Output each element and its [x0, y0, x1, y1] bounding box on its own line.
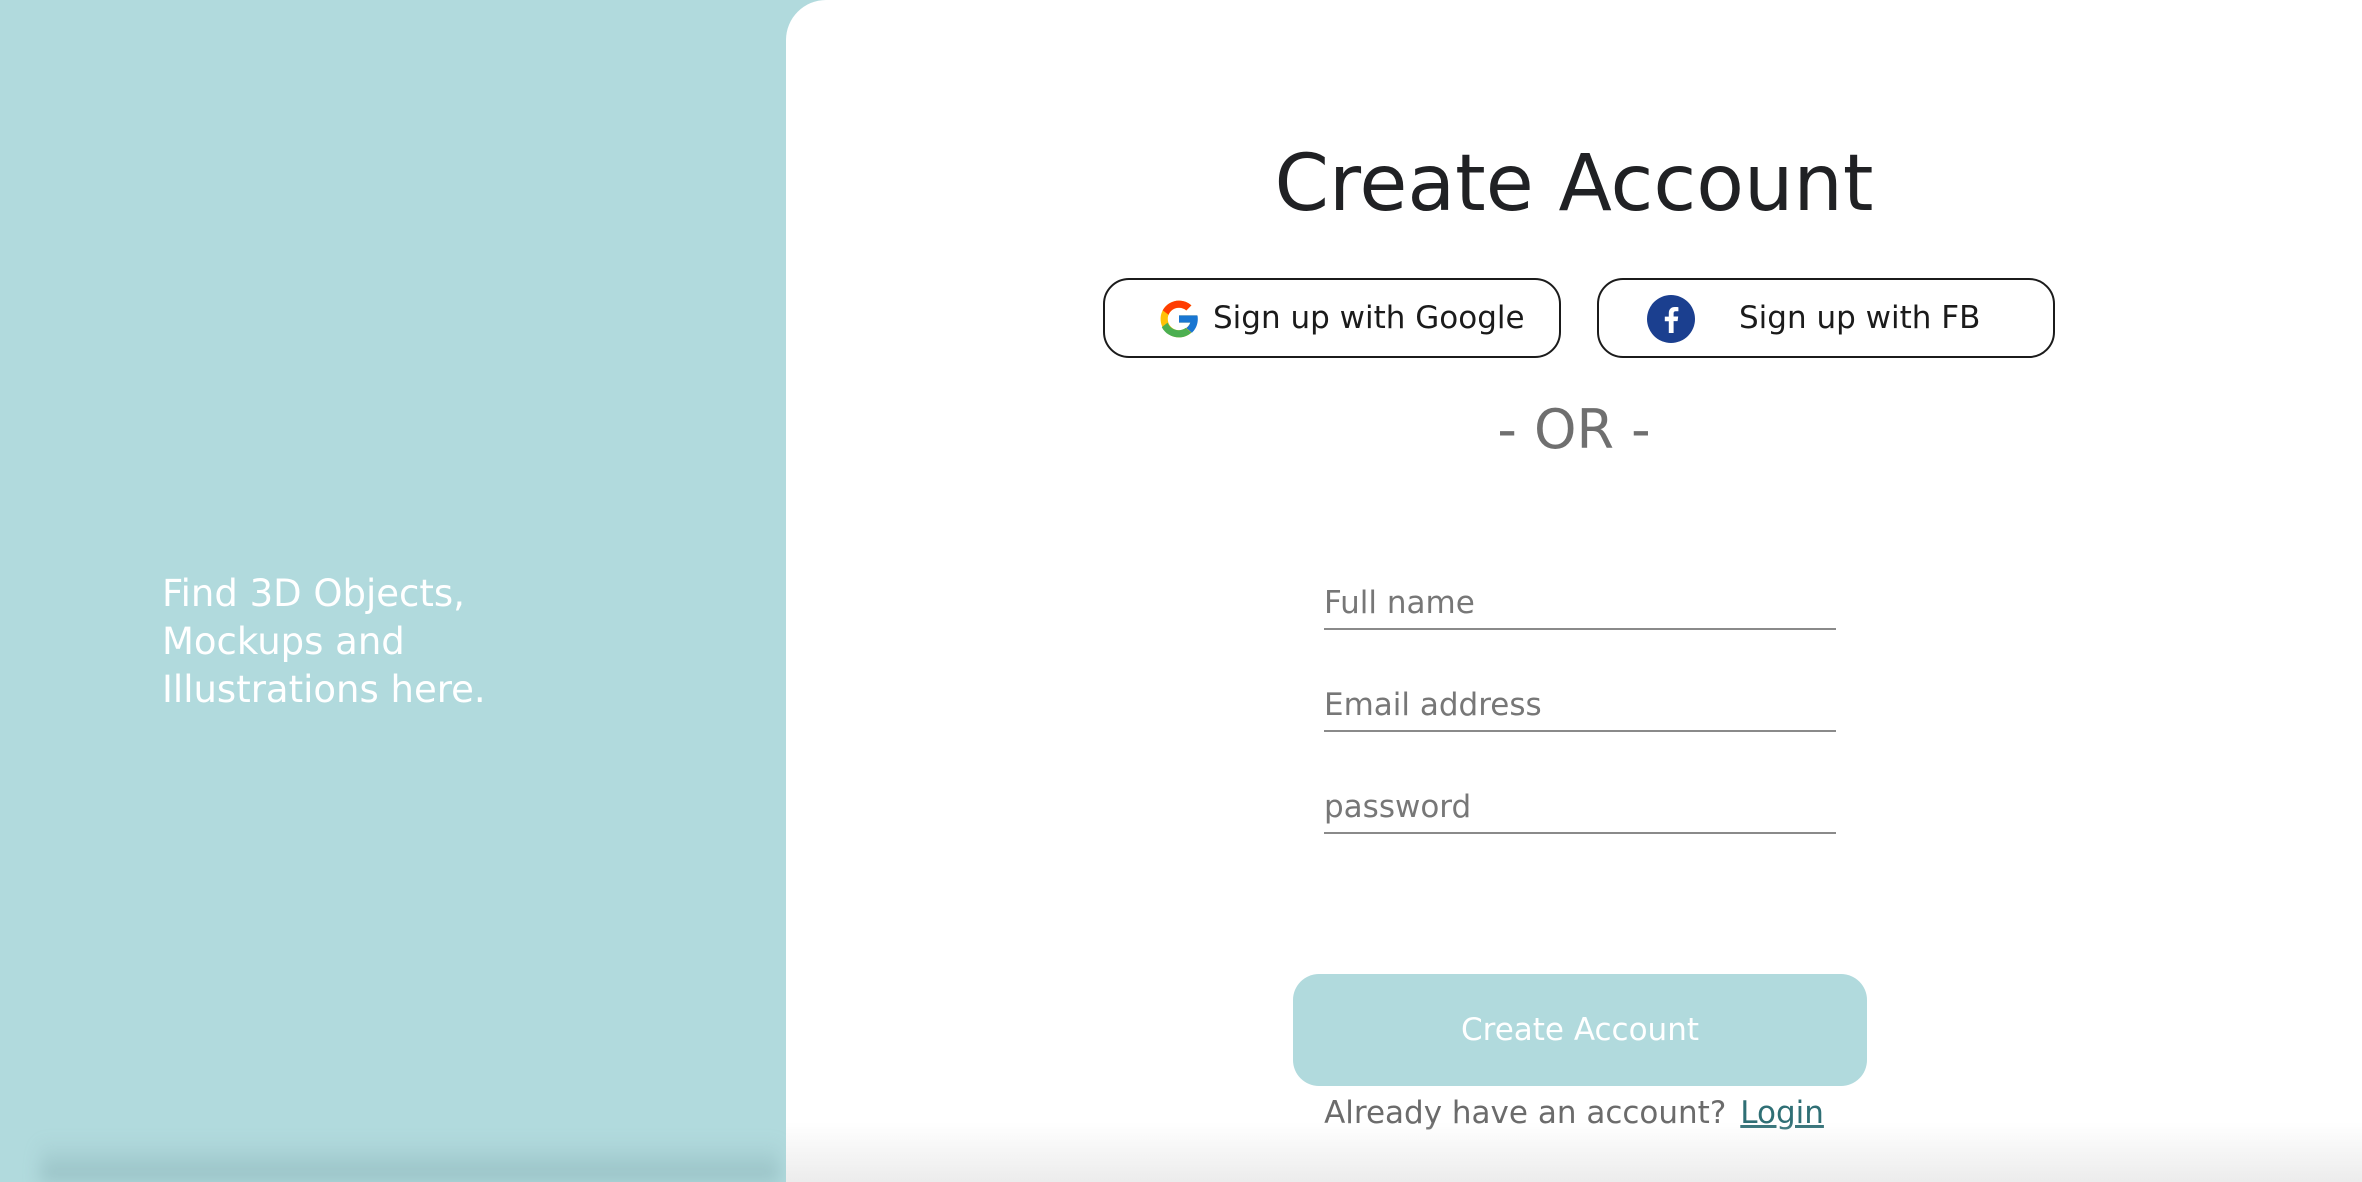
create-account-button[interactable]: Create Account	[1293, 974, 1867, 1086]
panel-shadow	[40, 1140, 780, 1182]
facebook-signup-button[interactable]: Sign up with FB	[1597, 278, 2055, 358]
email-input[interactable]	[1324, 682, 1836, 732]
tagline: Find 3D Objects, Mockups and Illustratio…	[162, 572, 486, 711]
or-divider: - OR -	[1497, 398, 1651, 461]
password-input[interactable]	[1324, 784, 1836, 834]
full-name-input[interactable]	[1324, 580, 1836, 630]
bottom-fade	[786, 1122, 2362, 1182]
google-logo-icon	[1155, 295, 1203, 343]
google-signup-button[interactable]: Sign up with Google	[1103, 278, 1561, 358]
facebook-logo-icon	[1647, 295, 1695, 343]
google-signup-label: Sign up with Google	[1213, 300, 1525, 336]
signup-panel: Create Account Sign up with Google Sign …	[786, 0, 2362, 1182]
facebook-signup-label: Sign up with FB	[1739, 300, 1981, 336]
page-title: Create Account	[1274, 139, 1874, 229]
left-panel: Find 3D Objects, Mockups and Illustratio…	[0, 0, 800, 1182]
